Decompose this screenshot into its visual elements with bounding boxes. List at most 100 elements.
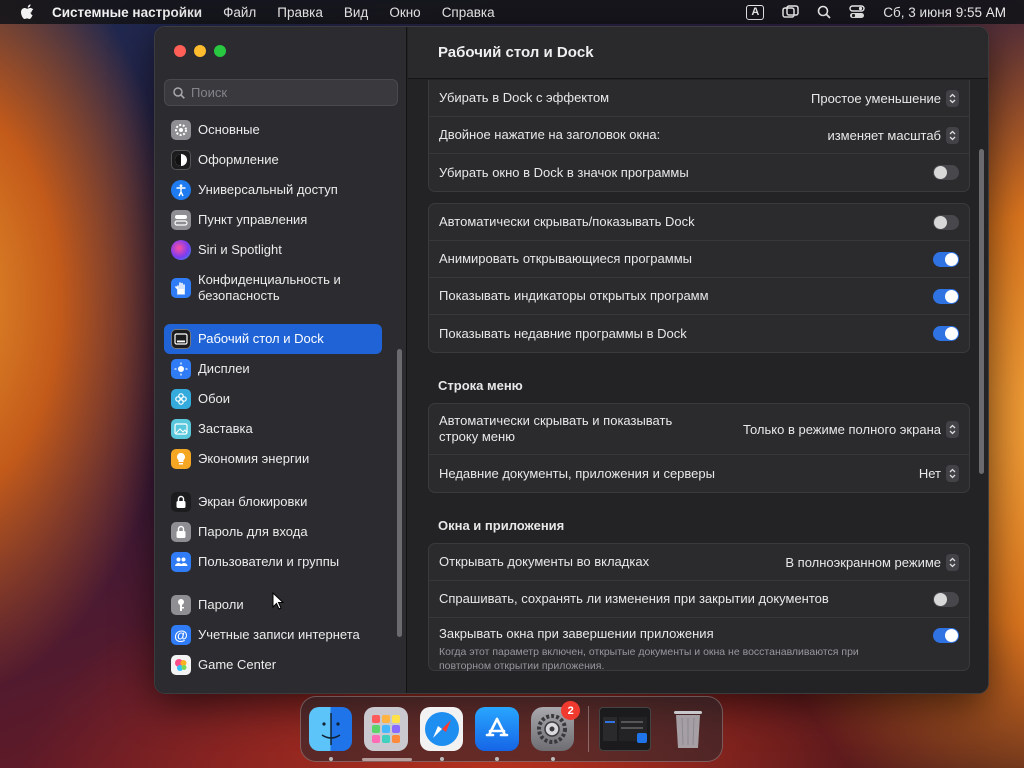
row-label: Анимировать открывающиеся программы (439, 251, 692, 266)
sidebar-item-label: Пользователи и группы (198, 554, 340, 569)
input-source-icon[interactable]: A (746, 4, 765, 20)
minimized-window-icon[interactable] (599, 707, 651, 751)
minimize-button[interactable] (194, 45, 206, 57)
sidebar-item-label: Универсальный доступ (198, 182, 338, 197)
windows-apps-group: Открывать документы во вкладках В полноэ… (428, 543, 970, 672)
menu-bar: Системные настройки Файл Правка Вид Окно… (0, 0, 1024, 24)
sidebar-item-label: Siri и Spotlight (198, 242, 282, 257)
lock-icon (171, 522, 191, 542)
sidebar-scrollbar[interactable] (397, 349, 402, 637)
show-indicators-toggle[interactable] (933, 288, 959, 304)
menu-window[interactable]: Окно (389, 5, 420, 20)
chevron-updown-icon (946, 420, 959, 438)
sidebar-item-displays[interactable]: Дисплеи (164, 354, 382, 384)
row-label: Недавние документы, приложения и серверы (439, 465, 715, 481)
close-windows-row: Закрывать окна при завершении приложения… (429, 618, 969, 672)
chevron-updown-icon (946, 89, 959, 107)
settings-badge: 2 (561, 701, 581, 720)
search-field[interactable] (164, 79, 398, 106)
sidebar-item-accessibility[interactable]: Универсальный доступ (164, 175, 382, 205)
menu-help[interactable]: Справка (442, 5, 495, 20)
sidebar-item-screensaver[interactable]: Заставка (164, 414, 382, 444)
finder-icon[interactable] (309, 707, 353, 761)
open-in-tabs-row: Открывать документы во вкладках В полноэ… (429, 544, 969, 581)
autohide-dock-toggle[interactable] (933, 214, 959, 230)
sidebar-item-login-password[interactable]: Пароль для входа (164, 517, 382, 547)
sidebar-item-internet-accounts[interactable]: @ Учетные записи интернета (164, 620, 382, 650)
menu-edit[interactable]: Правка (277, 5, 323, 20)
siri-icon (171, 240, 191, 260)
apple-menu-icon[interactable] (20, 4, 34, 20)
animate-apps-toggle[interactable] (933, 251, 959, 267)
appearance-icon (171, 150, 191, 170)
double-click-title-row: Двойное нажатие на заголовок окна: измен… (429, 117, 969, 154)
menu-file[interactable]: Файл (223, 5, 256, 20)
hand-icon (171, 278, 191, 298)
window-switch-icon[interactable] (782, 5, 800, 19)
control-center-icon[interactable] (849, 5, 865, 19)
minimize-into-app-row: Убирать окно в Dock в значок программы (429, 154, 969, 191)
minimize-effect-popup[interactable]: Простое уменьшение (811, 89, 959, 107)
game-center-icon (171, 655, 191, 675)
bulb-icon (171, 449, 191, 469)
show-recent-apps-row: Показывать недавние программы в Dock (429, 315, 969, 352)
gear-icon (171, 120, 191, 140)
sidebar-item-label: Учетные записи интернета (198, 627, 360, 642)
sidebar-item-label: Пункт управления (198, 212, 308, 227)
at-icon: @ (171, 625, 191, 645)
sidebar-item-energy[interactable]: Экономия энергии (164, 444, 382, 474)
sidebar-item-label: Обои (198, 391, 231, 406)
dock: 2 (300, 696, 723, 762)
sidebar-item-privacy[interactable]: Конфиденциальность и безопасность (164, 265, 382, 311)
show-recent-apps-toggle[interactable] (933, 326, 959, 341)
spotlight-search-icon[interactable] (817, 5, 831, 19)
main-pane: Рабочий стол и Dock Убирать в Dock с эфф… (408, 27, 988, 693)
search-icon (173, 86, 185, 99)
zoom-button[interactable] (214, 45, 226, 57)
row-description: Когда этот параметр включен, открытые до… (439, 646, 859, 672)
row-label: Открывать документы во вкладках (439, 554, 650, 569)
mouse-cursor-icon (272, 592, 284, 610)
ask-save-changes-row: Спрашивать, сохранять ли изменения при з… (429, 581, 969, 618)
launchpad-icon[interactable] (364, 707, 408, 751)
ask-save-changes-toggle[interactable] (933, 591, 959, 607)
double-click-popup[interactable]: изменяет масштаб (827, 126, 959, 144)
screensaver-icon (171, 419, 191, 439)
sidebar-item-label: Основные (198, 122, 260, 137)
dock-effects-group: Убирать в Dock с эффектом Простое уменьш… (428, 80, 970, 192)
sidebar-item-siri[interactable]: Siri и Spotlight (164, 235, 382, 265)
sidebar-item-label: Экономия энергии (198, 451, 310, 466)
open-in-tabs-popup[interactable]: В полноэкранном режиме (785, 553, 959, 571)
search-input[interactable] (191, 85, 371, 100)
sidebar-item-users-groups[interactable]: Пользователи и группы (164, 547, 382, 577)
row-label: Убирать в Dock с эффектом (439, 90, 610, 105)
sidebar-item-control-center[interactable]: Пункт управления (164, 205, 382, 235)
sidebar-item-lock-screen[interactable]: Экран блокировки (164, 487, 382, 517)
system-settings-icon[interactable]: 2 (530, 701, 581, 761)
sidebar-item-label: Экран блокировки (198, 494, 308, 509)
menu-view[interactable]: Вид (344, 5, 368, 20)
sidebar-item-general[interactable]: Основные (164, 115, 382, 145)
close-windows-toggle[interactable] (933, 628, 959, 643)
sidebar-item-wallpaper[interactable]: Обои (164, 384, 382, 414)
close-button[interactable] (174, 45, 186, 57)
animate-apps-row: Анимировать открывающиеся программы (429, 241, 969, 278)
autohide-menubar-popup[interactable]: Только в режиме полного экрана (743, 420, 959, 438)
row-label: Двойное нажатие на заголовок окна: (439, 127, 661, 142)
trash-icon[interactable] (667, 707, 710, 751)
sidebar-item-appearance[interactable]: Оформление (164, 145, 382, 175)
minimize-into-app-toggle[interactable] (933, 165, 959, 180)
sidebar-item-desktop-dock[interactable]: Рабочий стол и Dock (164, 324, 382, 354)
menu-clock[interactable]: Сб, 3 июня 9:55 AM (883, 5, 1006, 20)
windows-section-title: Окна и приложения (438, 518, 565, 533)
popup-value: изменяет масштаб (827, 127, 941, 143)
safari-icon[interactable] (419, 707, 464, 761)
menu-app-name[interactable]: Системные настройки (52, 5, 202, 20)
main-scrollbar[interactable] (979, 149, 984, 474)
sidebar-item-game-center[interactable]: Game Center (164, 650, 382, 680)
sidebar-item-label: Конфиденциальность и безопасность (198, 272, 341, 303)
recent-items-popup[interactable]: Нет (919, 465, 959, 482)
app-store-icon[interactable] (475, 707, 519, 761)
row-label: Автоматически скрывать и показывать стро… (439, 413, 673, 444)
settings-content: Убирать в Dock с эффектом Простое уменьш… (428, 80, 970, 682)
